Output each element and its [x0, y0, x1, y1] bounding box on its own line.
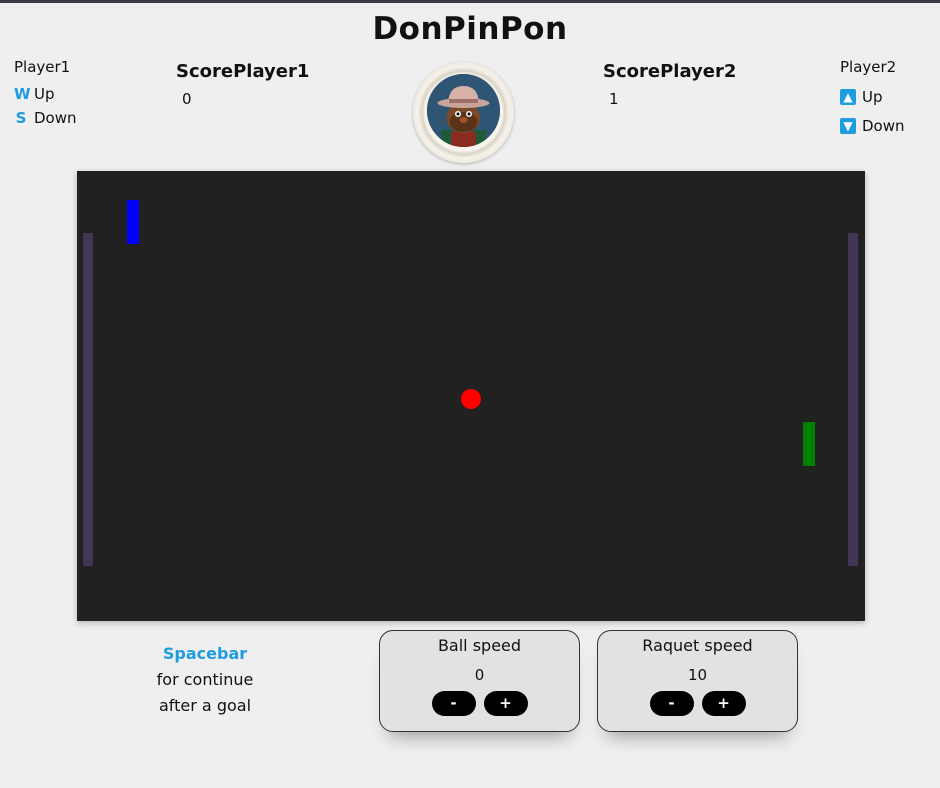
raquet-speed-increase-button[interactable]: + [701, 691, 746, 716]
ball [461, 389, 481, 409]
ball-speed-panel: Ball speed 0 - + [379, 630, 580, 732]
raquet-speed-title: Raquet speed [642, 636, 753, 655]
ball-speed-value: 0 [474, 666, 485, 684]
player1-controls: Player1 W Up S Down [14, 58, 77, 130]
score-player2-value: 1 [609, 90, 619, 108]
player2-up-row: ▲ Up [840, 82, 905, 111]
raquet-speed-panel: Raquet speed 10 - + [597, 630, 798, 732]
player2-down-row: ▼ Down [840, 111, 905, 140]
ball-speed-decrease-button[interactable]: - [431, 691, 476, 716]
player1-label: Player1 [14, 58, 71, 76]
hint-line1: for continue [156, 670, 254, 689]
player2-down-label: Down [862, 116, 905, 135]
score-player1-label: ScorePlayer1 [176, 61, 310, 82]
player2-controls: Player2 ▲ Up ▼ Down [840, 58, 905, 140]
right-goal-line [848, 233, 858, 566]
game-title: DonPinPon [372, 11, 568, 47]
player1-up-label: Up [34, 85, 55, 103]
player1-up-row: W Up [14, 82, 77, 106]
player2-up-label: Up [862, 87, 883, 106]
raquet-speed-value: 10 [687, 666, 708, 684]
left-goal-line [83, 233, 93, 566]
player1-up-key: W [14, 85, 31, 103]
player2-paddle [803, 422, 815, 466]
score-player1-value: 0 [182, 90, 192, 108]
arrow-up-icon: ▲ [840, 88, 856, 105]
ball-speed-increase-button[interactable]: + [483, 691, 528, 716]
avatar [413, 62, 514, 163]
player1-down-row: S Down [14, 106, 77, 130]
spacebar-key: Spacebar [162, 644, 248, 663]
score-player1: ScorePlayer1 0 [176, 61, 309, 108]
game-court[interactable] [77, 171, 865, 621]
arrow-down-icon: ▼ [840, 117, 856, 134]
player2-label: Player2 [840, 58, 897, 76]
score-player2: ScorePlayer2 1 [603, 61, 736, 108]
avatar-portrait [427, 74, 500, 147]
player1-down-label: Down [34, 109, 77, 127]
player1-paddle [127, 200, 139, 244]
ball-speed-title: Ball speed [437, 636, 522, 655]
hint-line2: after a goal [158, 696, 252, 715]
player1-down-key: S [15, 109, 27, 127]
score-player2-label: ScorePlayer2 [603, 61, 737, 82]
avatar-character-icon [427, 74, 500, 147]
continue-hint: Spacebar for continue after a goal [130, 641, 280, 719]
raquet-speed-decrease-button[interactable]: - [649, 691, 694, 716]
